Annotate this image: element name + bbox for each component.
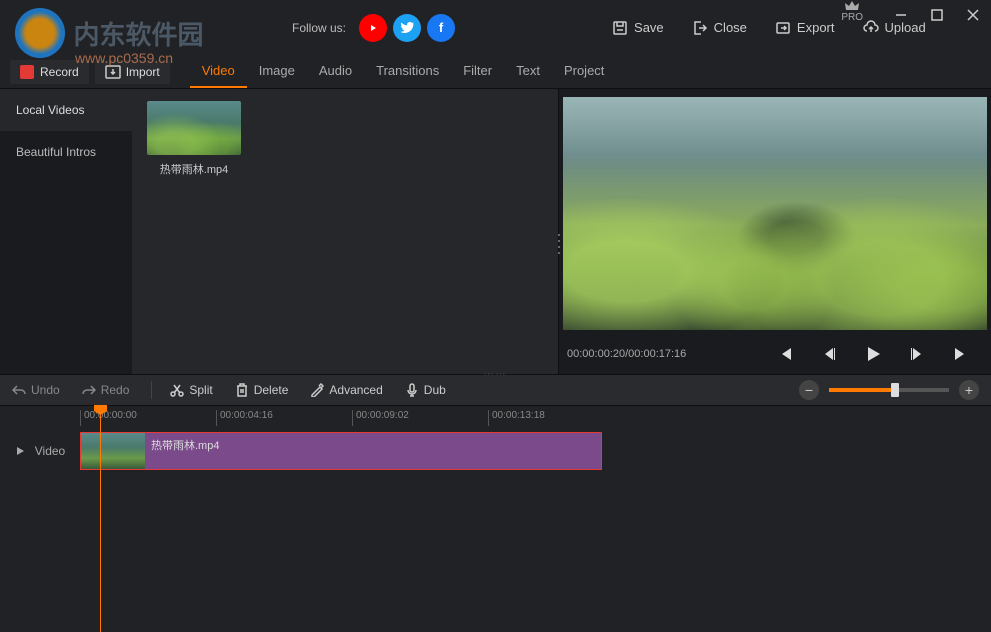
record-icon xyxy=(20,65,34,79)
export-label: Export xyxy=(797,20,835,35)
tab-video[interactable]: Video xyxy=(190,55,247,88)
main-area: Local Videos Beautiful Intros 热带雨林.mp4 0… xyxy=(0,89,991,374)
ruler-mark: 00:00:04:16 xyxy=(216,410,273,426)
tab-transitions[interactable]: Transitions xyxy=(364,55,451,88)
preview-controls: 00:00:00:20/00:00:17:16 xyxy=(563,334,987,374)
maximize-button[interactable] xyxy=(919,0,955,30)
advanced-button[interactable]: Advanced xyxy=(310,383,382,397)
media-thumbnail xyxy=(147,101,241,155)
window-close-button[interactable] xyxy=(955,0,991,30)
minimize-button[interactable] xyxy=(883,0,919,30)
clip-thumbnail xyxy=(81,433,145,469)
prev-clip-button[interactable] xyxy=(769,338,801,370)
facebook-icon[interactable]: f xyxy=(427,14,455,42)
prev-frame-button[interactable] xyxy=(813,338,845,370)
timeline: 00:00:00:00 00:00:04:16 00:00:09:02 00:0… xyxy=(0,406,991,632)
media-label: 热带雨林.mp4 xyxy=(160,161,228,177)
preview-panel: 00:00:00:20/00:00:17:16 xyxy=(559,89,991,374)
panel-resize-handle[interactable] xyxy=(558,232,561,256)
follow-us-label: Follow us: xyxy=(292,21,346,35)
track-content[interactable]: 热带雨林.mp4 xyxy=(80,430,991,472)
twitter-icon[interactable] xyxy=(393,14,421,42)
preview-video[interactable] xyxy=(563,97,987,330)
import-button[interactable]: Import xyxy=(95,60,170,84)
media-item[interactable]: 热带雨林.mp4 xyxy=(144,101,244,177)
actionbar: Record Import Video Image Audio Transiti… xyxy=(0,55,991,89)
panel-drag-handle[interactable]: ⋯⋯ xyxy=(484,369,508,380)
media-panel: 热带雨林.mp4 xyxy=(132,89,559,374)
media-tabs: Video Image Audio Transitions Filter Tex… xyxy=(190,55,617,88)
dub-button[interactable]: Dub xyxy=(405,383,446,397)
next-clip-button[interactable] xyxy=(945,338,977,370)
delete-button[interactable]: Delete xyxy=(235,383,289,397)
playhead[interactable] xyxy=(100,406,101,632)
close-label: Close xyxy=(714,20,747,35)
next-frame-button[interactable] xyxy=(901,338,933,370)
undo-button[interactable]: Undo xyxy=(12,383,60,397)
video-track: Video 热带雨林.mp4 xyxy=(0,430,991,472)
save-label: Save xyxy=(634,20,664,35)
tab-text[interactable]: Text xyxy=(504,55,552,88)
record-label: Record xyxy=(40,65,79,79)
close-button[interactable]: Close xyxy=(692,20,747,36)
tab-audio[interactable]: Audio xyxy=(307,55,364,88)
sidebar-item-beautiful-intros[interactable]: Beautiful Intros xyxy=(0,131,132,173)
zoom-in-button[interactable]: + xyxy=(959,380,979,400)
tab-image[interactable]: Image xyxy=(247,55,307,88)
tab-filter[interactable]: Filter xyxy=(451,55,504,88)
record-button[interactable]: Record xyxy=(10,60,89,84)
import-label: Import xyxy=(126,65,160,79)
pro-badge[interactable]: PRO xyxy=(841,0,863,30)
zoom-slider[interactable] xyxy=(829,388,949,392)
edit-toolbar: ⋯⋯ Undo Redo Split Delete Advanced Dub −… xyxy=(0,374,991,406)
tab-project[interactable]: Project xyxy=(552,55,616,88)
timeline-ruler[interactable]: 00:00:00:00 00:00:04:16 00:00:09:02 00:0… xyxy=(80,406,991,430)
clip-label: 热带雨林.mp4 xyxy=(151,437,219,453)
time-display: 00:00:00:20/00:00:17:16 xyxy=(567,348,686,360)
play-button[interactable] xyxy=(857,338,889,370)
track-header[interactable]: Video xyxy=(0,444,80,458)
ruler-mark: 00:00:09:02 xyxy=(352,410,409,426)
redo-button[interactable]: Redo xyxy=(82,383,130,397)
export-button[interactable]: Export xyxy=(775,20,835,36)
youtube-icon[interactable] xyxy=(359,14,387,42)
save-button[interactable]: Save xyxy=(612,20,664,36)
ruler-mark: 00:00:13:18 xyxy=(488,410,545,426)
split-button[interactable]: Split xyxy=(170,383,212,397)
media-sidebar: Local Videos Beautiful Intros xyxy=(0,89,132,374)
zoom-out-button[interactable]: − xyxy=(799,380,819,400)
ruler-mark: 00:00:00:00 xyxy=(80,410,137,426)
zoom-controls: − + xyxy=(799,380,979,400)
video-clip[interactable]: 热带雨林.mp4 xyxy=(80,432,602,470)
topbar: Follow us: f Save Close Export Upload PR… xyxy=(0,0,991,55)
sidebar-item-local-videos[interactable]: Local Videos xyxy=(0,89,132,131)
